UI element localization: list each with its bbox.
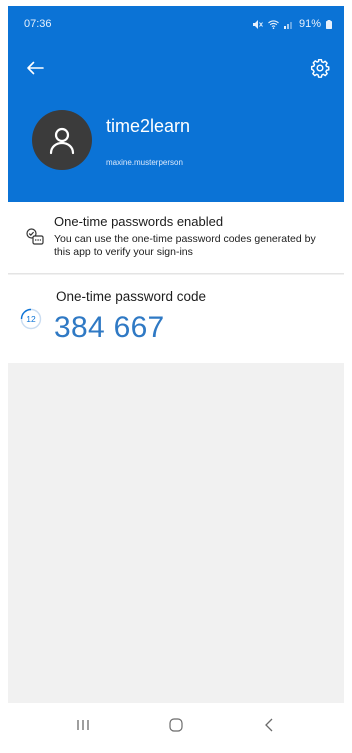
- avatar: [32, 110, 92, 170]
- wifi-icon: [268, 19, 279, 29]
- nav-back-icon: [265, 718, 273, 732]
- passcode-check-icon: [26, 228, 44, 245]
- account-name: time2learn: [106, 116, 191, 136]
- otp-countdown: 12: [20, 308, 42, 330]
- otp-section: 12 One-time password code 384 667: [8, 275, 344, 363]
- battery-icon: [326, 19, 332, 29]
- otp-code[interactable]: 384 667: [54, 311, 165, 345]
- signal-icon: [283, 21, 292, 29]
- home-button[interactable]: [156, 710, 196, 740]
- otp-label: One-time password code: [56, 289, 207, 304]
- settings-button[interactable]: [308, 56, 332, 80]
- account-header: 07:36 91% time2learn maxine.musterperson: [8, 6, 344, 202]
- back-button[interactable]: [22, 56, 48, 80]
- status-time: 07:36: [24, 18, 52, 30]
- gear-icon: [310, 58, 330, 78]
- info-title: One-time passwords enabled: [54, 214, 224, 229]
- person-icon: [49, 127, 75, 155]
- otp-enabled-notice: One-time passwords enabled You can use t…: [8, 202, 344, 274]
- nav-back-button[interactable]: [249, 710, 289, 740]
- countdown-seconds: 12: [26, 314, 36, 324]
- recent-apps-button[interactable]: [63, 710, 103, 740]
- recent-apps-icon: [77, 720, 89, 730]
- mute-icon: [252, 19, 263, 29]
- arrow-left-icon: [27, 61, 44, 75]
- info-description: You can use the one-time password codes …: [54, 233, 316, 258]
- system-nav-bar: [8, 703, 344, 747]
- status-indicators: 91%: [252, 18, 332, 30]
- status-bar: 07:36 91%: [8, 6, 344, 42]
- battery-level: 91%: [298, 18, 321, 30]
- account-username: maxine.musterperson: [106, 158, 183, 167]
- app-screen: 07:36 91% time2learn maxine.musterperson…: [8, 6, 344, 747]
- home-icon: [169, 718, 183, 732]
